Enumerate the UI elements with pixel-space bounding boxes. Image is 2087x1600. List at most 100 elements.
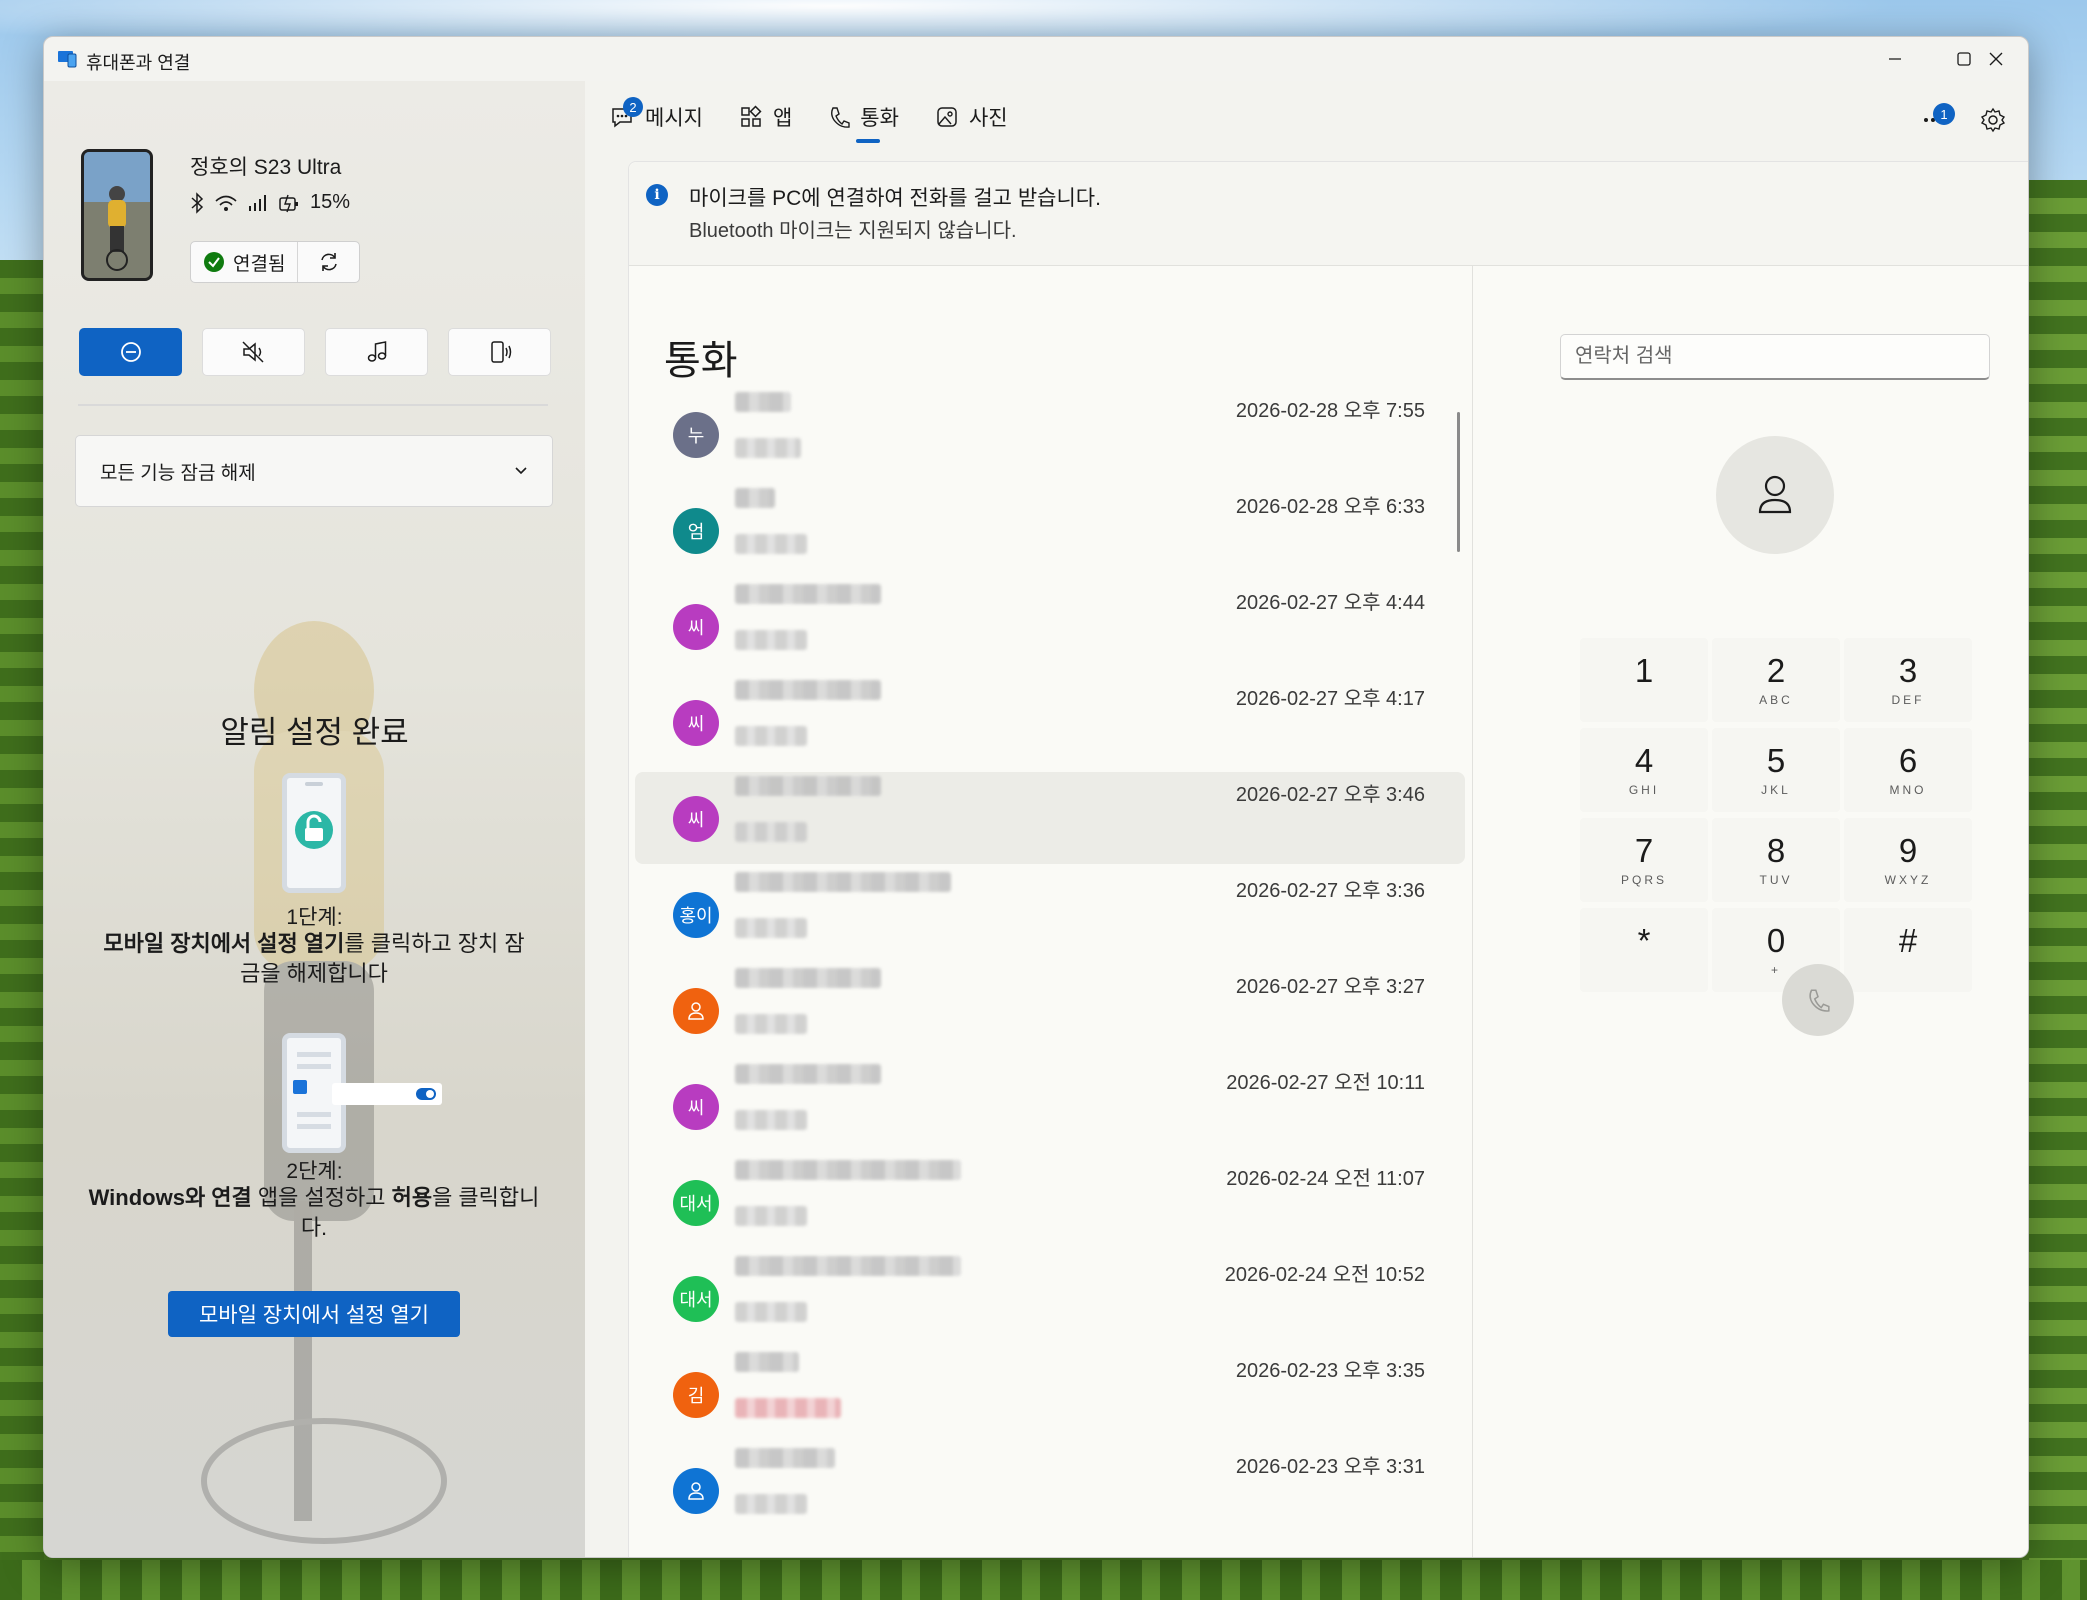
person-icon bbox=[688, 1002, 704, 1020]
call-row[interactable]: 씨 2026-02-27 오후 4:17 bbox=[635, 676, 1465, 768]
dialpad-key-1[interactable]: 1 bbox=[1580, 638, 1708, 722]
call-row[interactable]: 엄 2026-02-28 오후 6:33 bbox=[635, 484, 1465, 576]
minimize-button[interactable] bbox=[1861, 37, 1929, 81]
close-icon bbox=[1989, 52, 2003, 66]
device-status-row: 15% bbox=[190, 191, 350, 214]
step1-label: 1단계: bbox=[286, 906, 343, 929]
wallpaper-field-right bbox=[2029, 180, 2087, 1600]
call-type-redacted bbox=[735, 1494, 807, 1514]
contact-name-redacted bbox=[735, 1448, 835, 1468]
contact-search-box[interactable] bbox=[1560, 334, 1990, 380]
contact-search-input[interactable] bbox=[1575, 345, 1975, 368]
call-time: 2026-02-27 오후 4:44 bbox=[1235, 592, 1425, 614]
connection-status-box: 연결됨 bbox=[190, 241, 360, 283]
call-time: 2026-02-27 오전 10:11 bbox=[1226, 1072, 1425, 1094]
phone-thumbnail-image bbox=[84, 152, 150, 278]
info-message: 마이크를 PC에 연결하여 전화를 걸고 받습니다. bbox=[689, 187, 1101, 210]
call-row[interactable]: 2026-02-23 오후 3:31 bbox=[635, 1444, 1465, 1536]
refresh-button[interactable] bbox=[298, 242, 359, 282]
dialpad-key-2[interactable]: 2 ABC bbox=[1712, 638, 1840, 722]
device-pane: 정호의 S23 Ultra 15% 연결됨 모든 기능 잠금 해제 알림 설정 … bbox=[44, 81, 585, 1557]
tab-calls[interactable]: 통화 bbox=[828, 81, 899, 153]
call-type-redacted bbox=[735, 1110, 807, 1130]
audio-output-button[interactable] bbox=[448, 328, 551, 376]
contact-name-redacted bbox=[735, 1064, 881, 1084]
wallpaper-field-bottom bbox=[0, 1560, 2087, 1600]
dialpad-key-6[interactable]: 6 MNO bbox=[1844, 728, 1972, 812]
key-digit: 9 bbox=[1898, 832, 1918, 869]
dialpad-key-star[interactable]: * bbox=[1580, 908, 1708, 992]
dialpad-key-5[interactable]: 5 JKL bbox=[1712, 728, 1840, 812]
call-row[interactable]: 대서 2026-02-24 오전 11:07 bbox=[635, 1156, 1465, 1248]
dialpad-key-9[interactable]: 9 WXYZ bbox=[1844, 818, 1972, 902]
phone-link-window: 휴대폰과 연결 정호의 S23 Ultra 15% 연결됨 모든 기능 잠금 해… bbox=[43, 36, 2029, 1558]
call-list-scrollbar[interactable] bbox=[1457, 412, 1460, 552]
call-row[interactable]: 씨 2026-02-27 오후 3:46 bbox=[635, 772, 1465, 864]
step1-phone-illustration bbox=[282, 773, 346, 893]
main-area: 2 메시지 앱 통화 사진 1 i 마이크를 PC에 연결하여 전화를 걸고 받… bbox=[585, 81, 2028, 1557]
phone-handset-icon bbox=[1809, 989, 1830, 1012]
signal-strength-icon bbox=[249, 194, 266, 211]
settings-button[interactable] bbox=[1976, 103, 2010, 137]
step2-emphasis-app: Windows와 연결 bbox=[88, 1185, 252, 1210]
dialpad-key-8[interactable]: 8 TUV bbox=[1712, 818, 1840, 902]
contact-avatar: 씨 bbox=[673, 796, 719, 842]
key-digit: 4 bbox=[1634, 742, 1654, 779]
call-type-redacted bbox=[735, 1302, 807, 1322]
contact-avatar: 씨 bbox=[673, 700, 719, 746]
contact-avatar: 씨 bbox=[673, 604, 719, 650]
dialpad-key-3[interactable]: 3 DEF bbox=[1844, 638, 1972, 722]
key-letters: ABC bbox=[1759, 693, 1793, 707]
mute-button[interactable] bbox=[202, 328, 305, 376]
bluetooth-icon bbox=[191, 191, 204, 214]
do-not-disturb-icon bbox=[120, 342, 141, 362]
music-note-icon bbox=[367, 341, 386, 362]
call-row[interactable]: 대서 2026-02-24 오전 10:52 bbox=[635, 1252, 1465, 1344]
window-title: 휴대폰과 연결 bbox=[86, 53, 191, 73]
close-button[interactable] bbox=[1962, 37, 2028, 81]
key-letters: GHI bbox=[1628, 783, 1660, 797]
microphone-info-bar: i 마이크를 PC에 연결하여 전화를 걸고 받습니다. Bluetooth 마… bbox=[629, 162, 2028, 266]
call-row[interactable]: 김 2026-02-23 오후 3:35 bbox=[635, 1348, 1465, 1440]
media-button[interactable] bbox=[325, 328, 428, 376]
call-row[interactable]: 홍이 2026-02-27 오후 3:36 bbox=[635, 868, 1465, 960]
call-type-redacted bbox=[735, 1014, 807, 1034]
call-button[interactable] bbox=[1782, 964, 1854, 1036]
call-time: 2026-02-23 오후 3:35 bbox=[1235, 1360, 1425, 1382]
missed-call-type-redacted bbox=[735, 1398, 841, 1418]
quick-actions-row bbox=[79, 328, 551, 376]
contact-placeholder-avatar bbox=[1716, 436, 1834, 554]
speaker-mute-icon bbox=[241, 341, 264, 363]
key-letters: + bbox=[1770, 963, 1781, 977]
contact-name-redacted bbox=[735, 872, 951, 892]
tab-messages[interactable]: 2 메시지 bbox=[609, 81, 703, 153]
do-not-disturb-button[interactable] bbox=[79, 328, 182, 376]
step2-emphasis-allow: 허용 bbox=[391, 1185, 433, 1210]
call-row[interactable]: 2026-02-27 오후 3:27 bbox=[635, 964, 1465, 1056]
step2-label: 2단계: bbox=[286, 1160, 343, 1183]
title-bar: 휴대폰과 연결 bbox=[44, 37, 2028, 81]
dialpad-key-7[interactable]: 7 PQRS bbox=[1580, 818, 1708, 902]
open-settings-on-mobile-button[interactable]: 모바일 장치에서 설정 열기 bbox=[168, 1291, 460, 1337]
call-time: 2026-02-24 오전 11:07 bbox=[1226, 1168, 1425, 1190]
contact-name-redacted bbox=[735, 584, 881, 604]
tab-apps-label: 앱 bbox=[772, 107, 793, 130]
tab-bar: 2 메시지 앱 통화 사진 bbox=[609, 81, 1008, 153]
call-time: 2026-02-23 오후 3:31 bbox=[1235, 1456, 1425, 1478]
chevron-down-icon bbox=[515, 467, 527, 475]
key-digit: 7 bbox=[1634, 832, 1654, 869]
unlock-features-label: 모든 기능 잠금 해제 bbox=[100, 462, 256, 484]
contact-name-redacted bbox=[735, 488, 775, 508]
apps-grid-icon bbox=[741, 105, 762, 127]
unlock-features-dropdown[interactable]: 모든 기능 잠금 해제 bbox=[75, 435, 553, 507]
phone-wallpaper-thumbnail bbox=[81, 149, 153, 281]
dialpad-key-4[interactable]: 4 GHI bbox=[1580, 728, 1708, 812]
tab-photos[interactable]: 사진 bbox=[935, 81, 1008, 153]
key-digit: * bbox=[1637, 922, 1651, 959]
call-row[interactable]: 씨 2026-02-27 오후 4:44 bbox=[635, 580, 1465, 672]
tab-apps[interactable]: 앱 bbox=[739, 81, 792, 153]
call-row[interactable]: 씨 2026-02-27 오전 10:11 bbox=[635, 1060, 1465, 1152]
dialpad-key-hash[interactable]: # bbox=[1844, 908, 1972, 992]
call-row[interactable]: 누 2026-02-28 오후 7:55 bbox=[635, 388, 1465, 480]
contact-avatar: 씨 bbox=[673, 1084, 719, 1130]
